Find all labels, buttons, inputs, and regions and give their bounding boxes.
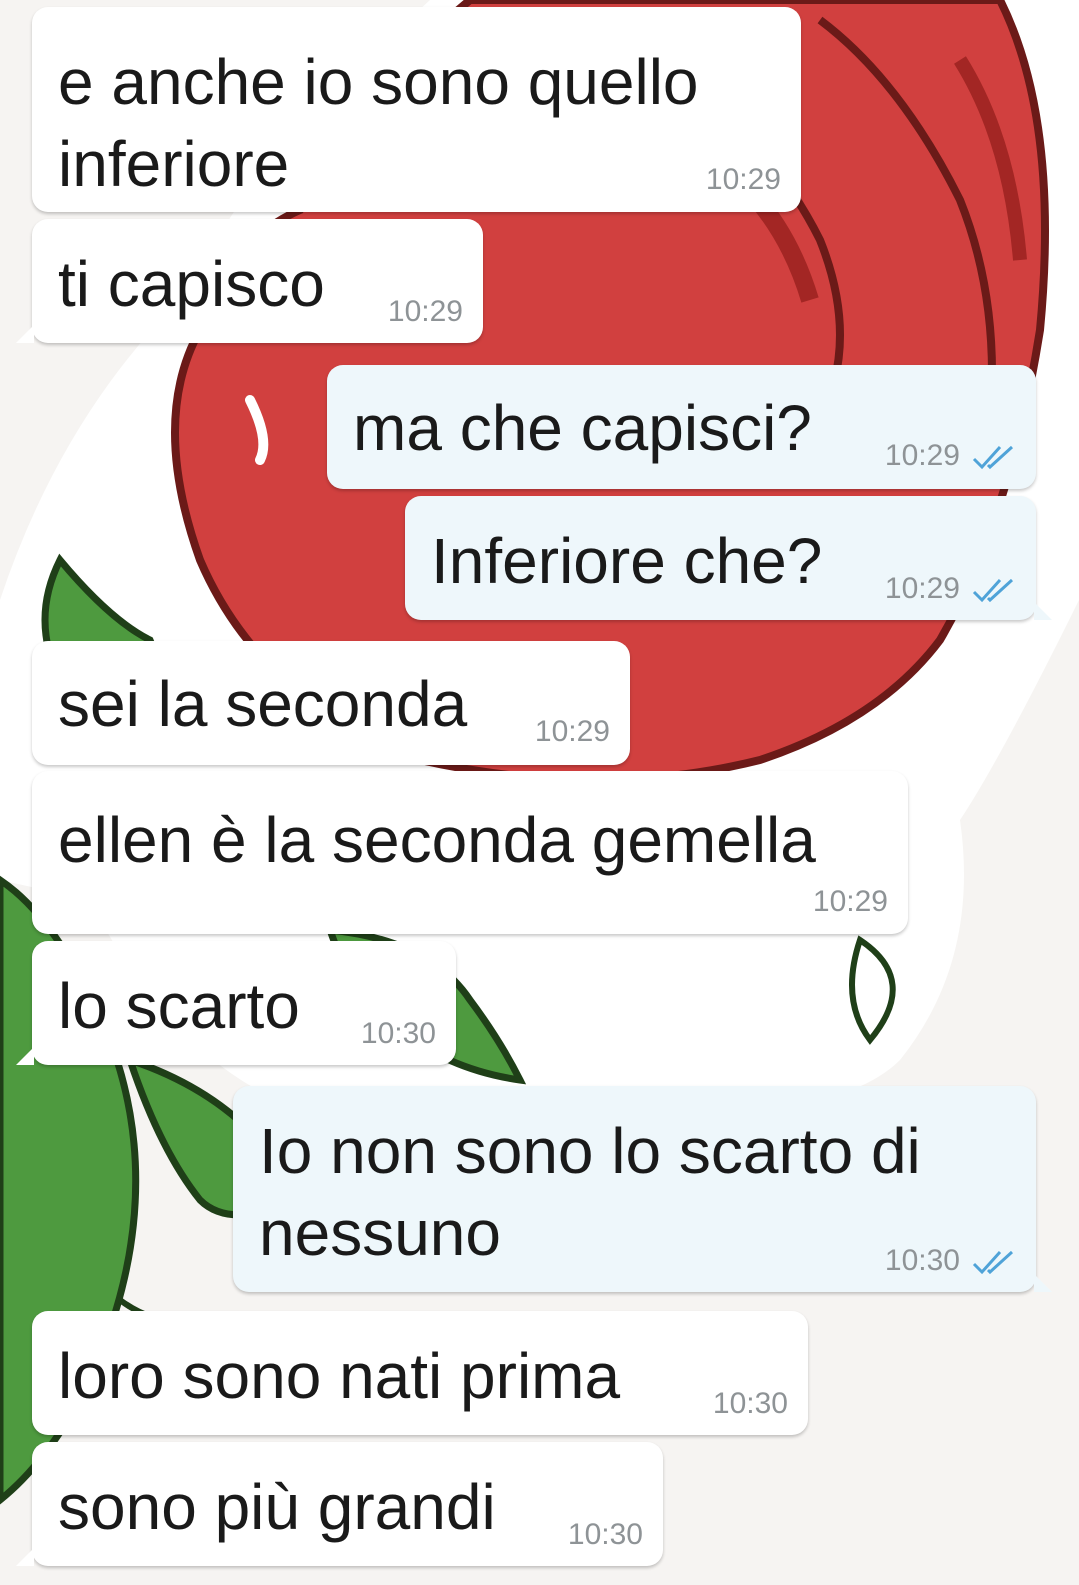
- message-timestamp: 10:30: [712, 1387, 788, 1420]
- message-text-line: Io non sono lo scarto di: [259, 1115, 921, 1187]
- message-timestamp: 10:30: [360, 1017, 436, 1050]
- message-timestamp: 10:30: [884, 1244, 960, 1277]
- chat-thread[interactable]: e anche io sono quello inferiore 10:29 t…: [0, 0, 1079, 1585]
- message-text-line: sei la seconda: [58, 668, 468, 740]
- message-timestamp: 10:29: [387, 295, 463, 328]
- message-timestamp: 10:29: [812, 885, 888, 918]
- message-timestamp: 10:29: [534, 715, 610, 748]
- message-text-line: loro sono nati prima: [58, 1340, 621, 1412]
- message-bubble-incoming[interactable]: ellen è la seconda gemella 10:29: [32, 771, 908, 934]
- message-bubble-outgoing[interactable]: Io non sono lo scarto di nessuno 10:30: [233, 1086, 1052, 1292]
- message-bubble-outgoing[interactable]: Inferiore che? 10:29: [405, 496, 1052, 620]
- message-timestamp: 10:29: [705, 163, 781, 196]
- message-text-line: inferiore: [58, 128, 290, 200]
- message-text-line: lo scarto: [58, 970, 300, 1042]
- message-bubble-incoming[interactable]: loro sono nati prima 10:30: [32, 1311, 808, 1435]
- message-timestamp: 10:29: [884, 439, 960, 472]
- message-bubble-incoming[interactable]: ti capisco 10:29: [16, 219, 483, 343]
- message-text-line: ma che capisci?: [353, 392, 812, 464]
- message-timestamp: 10:30: [567, 1518, 643, 1551]
- message-text-line: ti capisco: [58, 248, 325, 320]
- message-text-line: e anche io sono quello: [58, 46, 699, 118]
- message-bubble-incoming[interactable]: sei la seconda 10:29: [32, 641, 630, 765]
- message-text-line: nessuno: [259, 1197, 501, 1269]
- read-ticks-icon: [972, 578, 1014, 603]
- message-bubble-incoming[interactable]: lo scarto 10:30: [16, 941, 456, 1065]
- message-bubble-incoming[interactable]: e anche io sono quello inferiore 10:29: [32, 7, 801, 212]
- message-bubble-incoming[interactable]: sono più grandi 10:30: [16, 1442, 663, 1566]
- read-ticks-icon: [972, 1250, 1014, 1275]
- read-ticks-icon: [972, 445, 1014, 470]
- message-text-line: Inferiore che?: [431, 525, 823, 597]
- message-text-line: ellen è la seconda gemella: [58, 804, 816, 876]
- message-text-line: sono più grandi: [58, 1471, 496, 1543]
- message-timestamp: 10:29: [884, 572, 960, 605]
- message-bubble-outgoing[interactable]: ma che capisci? 10:29: [327, 365, 1036, 489]
